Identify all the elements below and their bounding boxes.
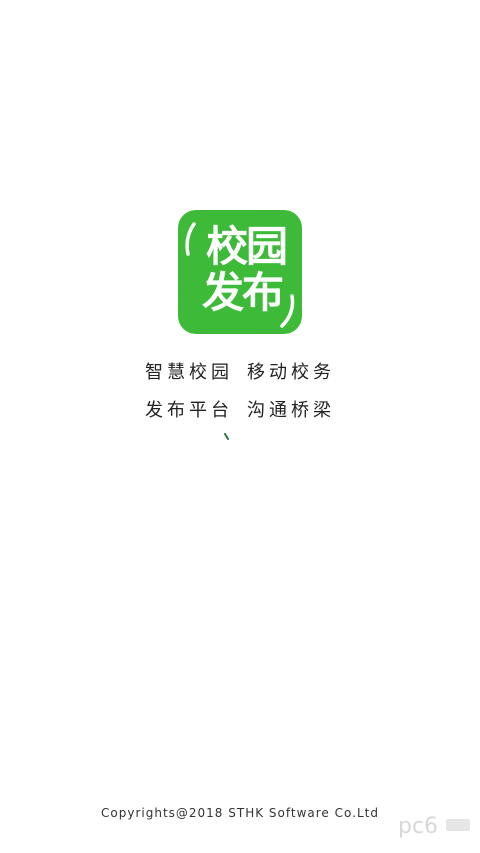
slogan-line-1: 智慧校园 移动校务 [0, 358, 480, 384]
slogan-text: 智慧校园 [145, 362, 233, 383]
pc6-watermark-icon: pc6 [396, 805, 472, 845]
slogan-line-2: 发布平台 沟通桥梁 [0, 396, 480, 422]
watermark-text: pc6 [398, 814, 438, 839]
loading-spinner-icon [224, 426, 230, 440]
slogan-text: 沟通桥梁 [247, 400, 335, 421]
logo-text-line2: 发布 [201, 268, 284, 317]
slogan-text: 发布平台 [145, 400, 233, 421]
splash-screen: 校园 发布 智慧校园 移动校务 发布平台 沟通桥梁 Copyrights@2018 … [0, 0, 480, 853]
app-logo: 校园 发布 [178, 210, 302, 334]
logo-text-line1: 校园 [205, 222, 288, 271]
slogan-text: 移动校务 [247, 362, 335, 383]
